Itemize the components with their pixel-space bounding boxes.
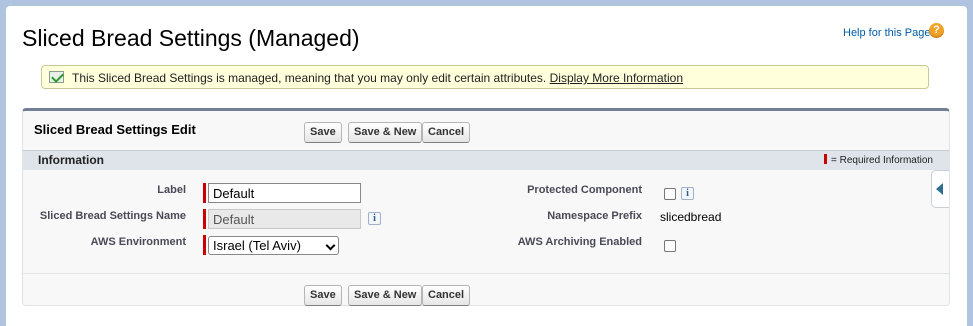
managed-package-icon [49, 71, 64, 83]
page-container: Sliced Bread Settings (Managed) Help for… [6, 6, 967, 326]
aws-environment-value: Israel (Tel Aviv) [213, 238, 301, 253]
section-header: Information = Required Information [23, 150, 949, 170]
required-marker [203, 235, 206, 255]
namespace-prefix-value: slicedbread [660, 210, 722, 224]
protected-component-checkbox[interactable] [664, 188, 676, 200]
cancel-button-bottom[interactable]: Cancel [422, 285, 471, 306]
info-icon[interactable]: i [681, 187, 694, 200]
display-more-info-link[interactable]: Display More Information [550, 71, 683, 85]
settings-name-input [208, 209, 361, 229]
edit-panel: Sliced Bread Settings Edit Save Save & N… [22, 108, 950, 306]
save-new-button-top[interactable]: Save & New [348, 122, 423, 143]
footer-divider [23, 273, 949, 274]
protected-component-label: Protected Component [527, 184, 642, 196]
required-info-note: = Required Information [823, 154, 933, 166]
namespace-prefix-label: Namespace Prefix [547, 210, 642, 222]
required-marker [203, 183, 206, 203]
aws-environment-label: AWS Environment [90, 236, 186, 248]
chevron-down-icon [325, 240, 336, 251]
settings-name-label: Sliced Bread Settings Name [39, 210, 186, 222]
save-new-button-bottom[interactable]: Save & New [348, 285, 423, 306]
required-info-text: = Required Information [830, 155, 933, 166]
banner-text: This Sliced Bread Settings is managed, m… [72, 71, 547, 85]
banner-message: This Sliced Bread Settings is managed, m… [72, 66, 683, 90]
save-button-bottom[interactable]: Save [304, 285, 342, 306]
aws-archiving-label: AWS Archiving Enabled [517, 236, 642, 248]
managed-info-banner: This Sliced Bread Settings is managed, m… [41, 65, 929, 89]
label-field-label: Label [157, 184, 186, 196]
aws-archiving-checkbox[interactable] [664, 240, 676, 252]
label-input[interactable] [208, 183, 361, 203]
required-marker [203, 209, 206, 229]
cancel-button-top[interactable]: Cancel [422, 122, 471, 143]
aws-environment-select[interactable]: Israel (Tel Aviv) [208, 236, 339, 255]
sidebar-expand-icon[interactable] [931, 170, 949, 208]
question-icon[interactable]: ? [929, 23, 944, 38]
page-title: Sliced Bread Settings (Managed) [22, 25, 360, 51]
help-link[interactable]: Help for this Page [843, 27, 930, 39]
info-icon[interactable]: i [368, 212, 381, 225]
section-title: Information [38, 153, 104, 167]
required-marker-icon [823, 154, 827, 164]
save-button-top[interactable]: Save [304, 122, 342, 143]
panel-title: Sliced Bread Settings Edit [34, 122, 196, 137]
